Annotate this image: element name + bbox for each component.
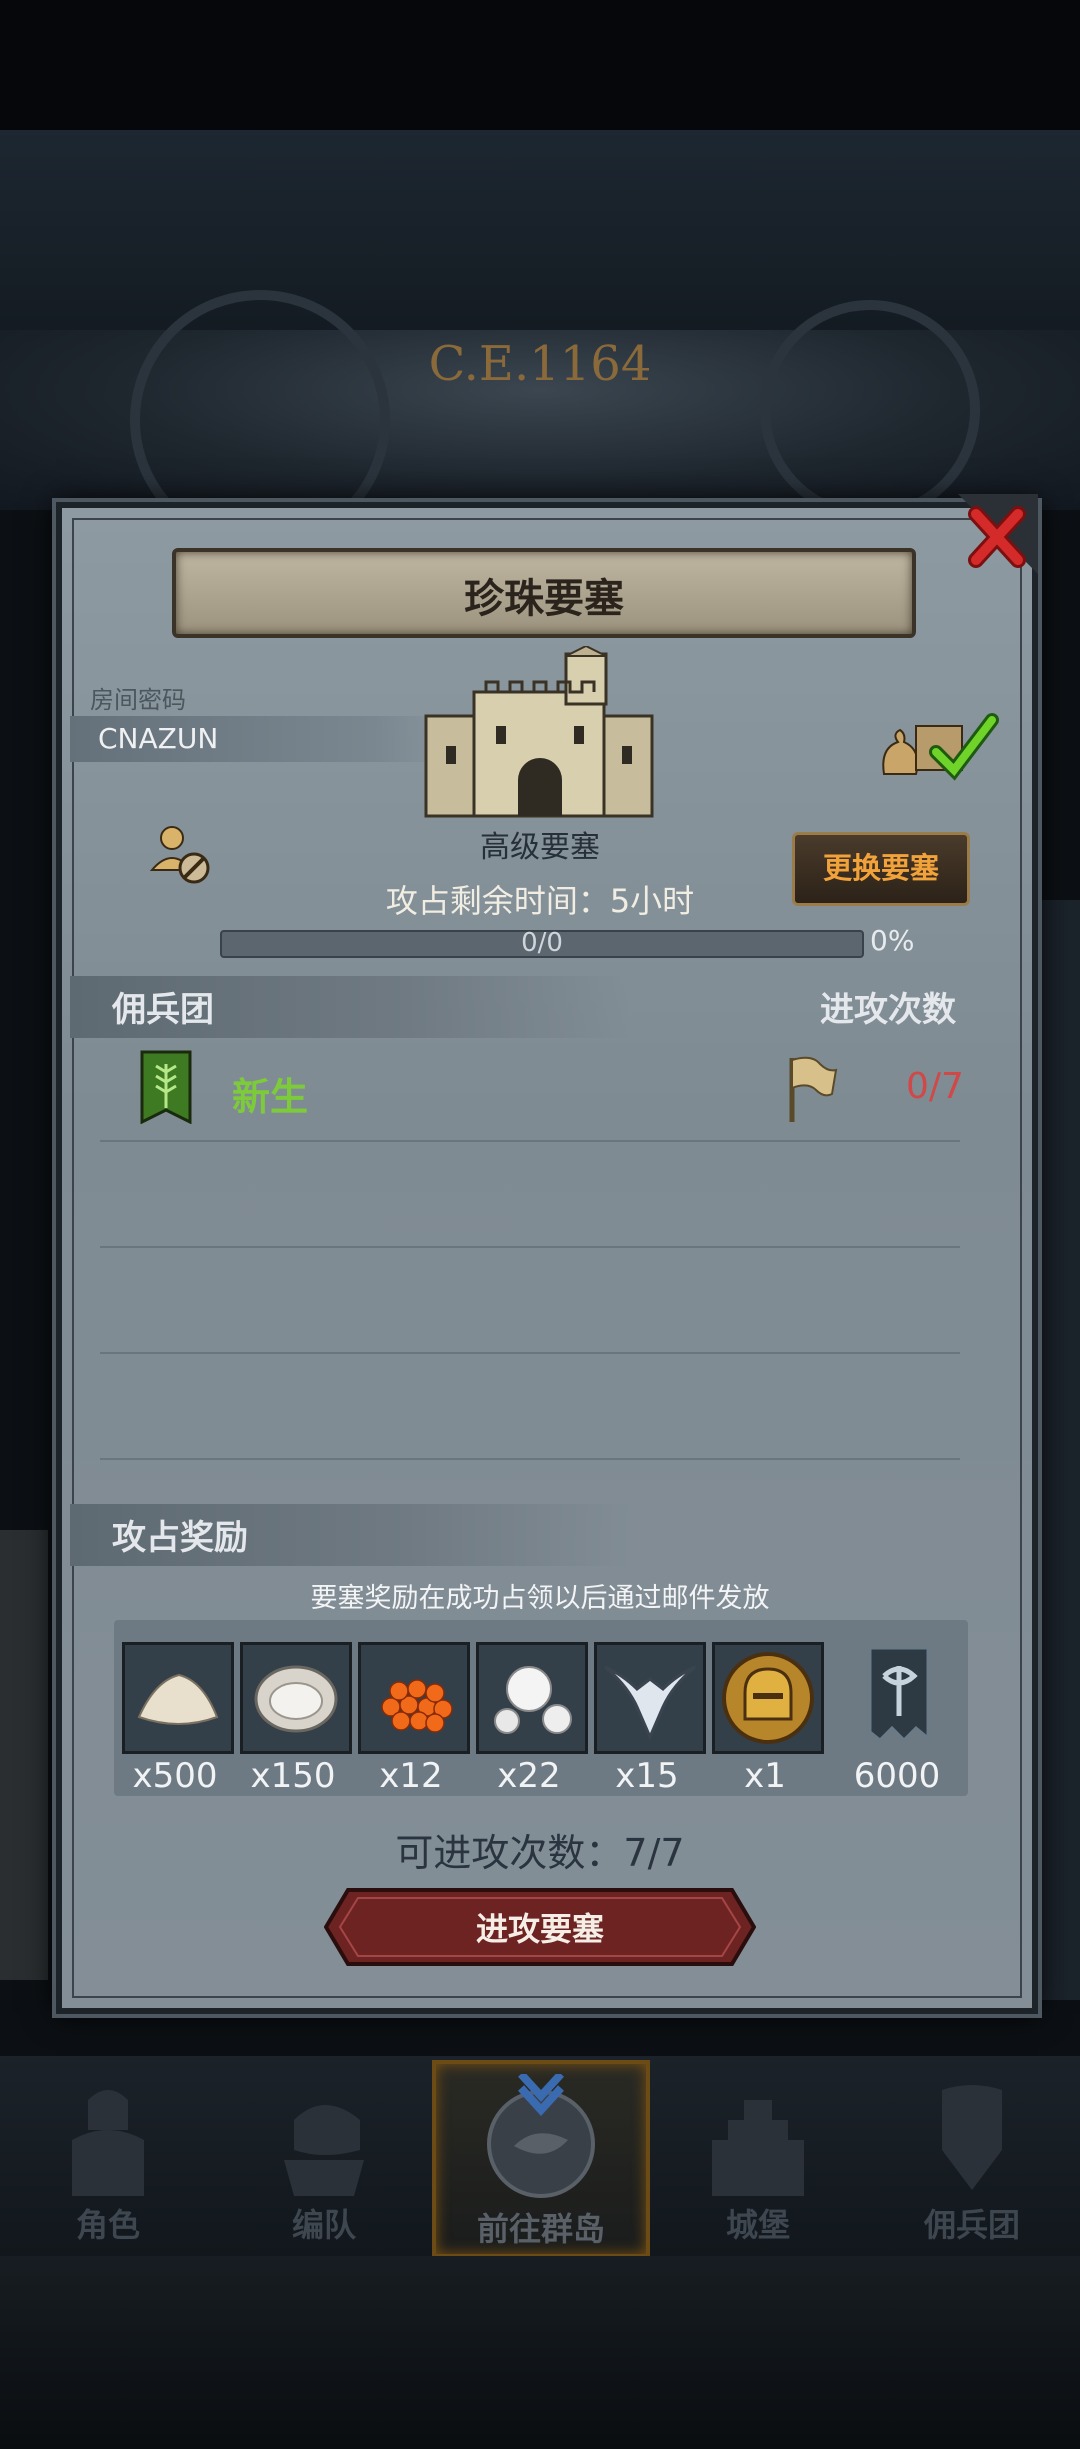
reward-quantity: x1 [744,1756,786,1796]
clock-dial-right [760,300,980,520]
mercenary-attack-count: 0/7 [906,1066,964,1107]
knight-helmet-coin-icon [722,1652,814,1744]
attack-fortress-button[interactable]: 进攻要塞 [324,1888,756,1966]
oyster-icon [254,1665,338,1733]
fish-roe-icon [381,1679,453,1733]
reward-slot[interactable] [240,1642,352,1754]
available-attacks: 可进攻次数：7/7 [395,1831,685,1875]
capture-progress-bar: 0/0 [220,928,864,958]
swap-fortress-button[interactable]: 更换要塞 [792,832,970,906]
reward-quantity: x12 [379,1756,443,1796]
row-divider [100,1140,960,1142]
reward-slot[interactable] [122,1642,234,1754]
castle-icon [424,646,654,818]
attacks-header: 进攻次数 [820,990,956,1030]
nav-label: 佣兵团 [923,2206,1020,2244]
reward-quantity: x150 [250,1756,336,1796]
nav-mercenary[interactable]: 佣兵团 [872,2060,1072,2250]
flag-icon [789,1056,838,1122]
reward-slot[interactable] [846,1642,952,1748]
row-divider [100,1352,960,1354]
room-code-label: 房间密码 [90,686,186,714]
sand-pile-icon [137,1673,219,1725]
reward-slot[interactable] [594,1642,706,1754]
nav-label: 角色 [75,2206,140,2244]
castle-icon [712,2100,804,2196]
mercenary-icon [942,2085,1002,2190]
winged-helm-icon [604,1665,696,1741]
nav-label: 编队 [291,2206,356,2244]
rewards-hint: 要塞奖励在成功占领以后通过邮件发放 [310,1583,770,1614]
dialog-title: 珍珠要塞 [464,576,624,622]
attack-fortress-label: 进攻要塞 [475,1910,604,1948]
header-band [0,130,1080,330]
nav-castle[interactable]: 城堡 [658,2060,858,2250]
reward-slot[interactable] [476,1642,588,1754]
formation-icon [284,2105,364,2196]
mercenary-header: 佣兵团 [112,990,214,1030]
guild-banner-icon [140,1050,192,1124]
system-nav-area [0,2256,1080,2449]
mercenary-name: 新生 [232,1075,309,1119]
reward-quantity: x22 [497,1756,561,1796]
dialog-title-plate: 珍珠要塞 [172,548,916,638]
character-icon [72,2090,144,2196]
nav-label: 城堡 [725,2206,790,2244]
row-divider [100,1246,960,1248]
status-bar-area [0,0,1080,130]
reward-quantity: 6000 [853,1756,941,1796]
progress-percent: 0% [870,924,915,957]
reward-slot[interactable] [712,1642,824,1754]
progress-text: 0/0 [521,928,563,958]
nav-label: 前往群岛 [476,2210,605,2248]
era-label: C.E.1164 [428,336,652,392]
reward-slot[interactable] [358,1642,470,1754]
islands-icon [487,2074,595,2198]
nav-character[interactable]: 角色 [8,2060,208,2250]
close-icon[interactable] [948,494,1038,584]
nav-islands[interactable]: 前往群岛 [432,2060,650,2258]
room-code: CNAZUN [98,722,219,755]
guild-banner-icon [868,1646,930,1743]
pearls-icon [494,1666,572,1734]
row-divider [100,1458,960,1460]
reward-quantity: x500 [132,1756,218,1796]
rewards-header: 攻占奖励 [112,1518,248,1558]
reward-quantity: x15 [615,1756,679,1796]
nav-formation[interactable]: 编队 [224,2060,424,2250]
loot-bag-icon[interactable] [876,708,1000,782]
